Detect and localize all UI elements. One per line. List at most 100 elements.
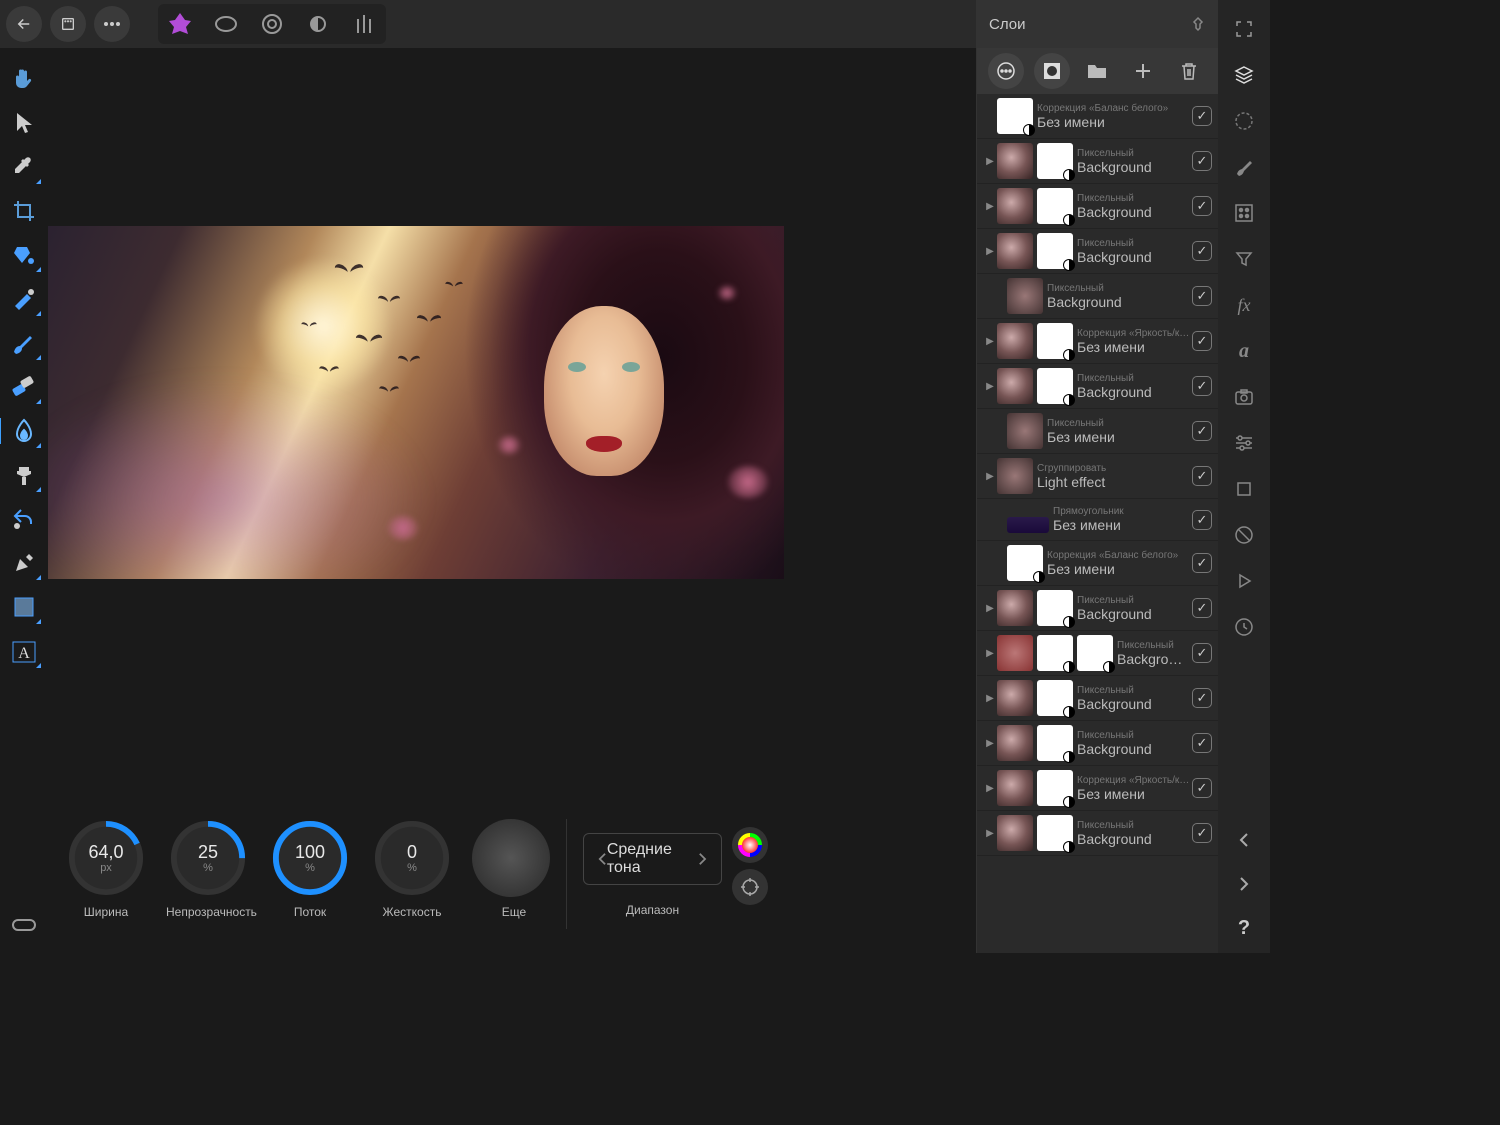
flood-fill-tool[interactable]: [7, 238, 41, 272]
layer-row[interactable]: ▶ПиксельныйBackground✓: [977, 184, 1218, 229]
visibility-checkbox[interactable]: ✓: [1192, 286, 1212, 306]
layers-list[interactable]: Коррекция «Баланс белого»Без имени✓▶Пикс…: [977, 94, 1218, 953]
visibility-checkbox[interactable]: ✓: [1192, 553, 1212, 573]
persona-switcher: [158, 4, 386, 44]
layer-row[interactable]: ▶ПиксельныйBackground✓: [977, 229, 1218, 274]
layer-row[interactable]: ▶ПиксельныйBackgro…✓: [977, 631, 1218, 676]
view-tool[interactable]: [7, 907, 41, 941]
swatches-studio-icon[interactable]: [1229, 198, 1259, 228]
visibility-checkbox[interactable]: ✓: [1192, 688, 1212, 708]
svg-text:A: A: [18, 645, 30, 662]
visibility-checkbox[interactable]: ✓: [1192, 598, 1212, 618]
layer-row[interactable]: ▶СгруппироватьLight effect✓: [977, 454, 1218, 499]
fullscreen-icon[interactable]: [1229, 14, 1259, 44]
hardness-label: Жесткость: [370, 905, 454, 919]
text-studio-icon[interactable]: a: [1229, 336, 1259, 366]
visibility-checkbox[interactable]: ✓: [1192, 106, 1212, 126]
brushes-studio-icon[interactable]: [1229, 152, 1259, 182]
visibility-checkbox[interactable]: ✓: [1192, 510, 1212, 530]
layer-options-button[interactable]: [988, 53, 1024, 89]
crop-tool[interactable]: [7, 194, 41, 228]
back-button[interactable]: [6, 6, 42, 42]
clone-tool[interactable]: [7, 458, 41, 492]
canvas[interactable]: [48, 226, 784, 579]
pen-tool[interactable]: [7, 546, 41, 580]
layer-row[interactable]: Коррекция «Баланс белого»Без имени✓: [977, 94, 1218, 139]
healing-brush-tool[interactable]: [7, 282, 41, 316]
artwork-lips: [586, 436, 622, 452]
redo-icon[interactable]: [1229, 869, 1259, 899]
layer-row[interactable]: ПиксельныйBackground✓: [977, 274, 1218, 319]
visibility-checkbox[interactable]: ✓: [1192, 733, 1212, 753]
width-value: 64,0: [88, 842, 123, 863]
layer-row[interactable]: ▶ПиксельныйBackground✓: [977, 364, 1218, 409]
transform-studio-icon[interactable]: [1229, 474, 1259, 504]
visibility-checkbox[interactable]: ✓: [1192, 331, 1212, 351]
stock-studio-icon[interactable]: [1229, 382, 1259, 412]
macro-studio-icon[interactable]: [1229, 566, 1259, 596]
visibility-checkbox[interactable]: ✓: [1192, 241, 1212, 261]
layer-row[interactable]: ▶ПиксельныйBackground✓: [977, 676, 1218, 721]
help-icon[interactable]: ?: [1229, 913, 1259, 943]
undo-icon[interactable]: [1229, 825, 1259, 855]
layer-row[interactable]: ПрямоугольникБез имени✓: [977, 499, 1218, 541]
paint-brush-tool[interactable]: [7, 326, 41, 360]
width-dial[interactable]: 64,0px Ширина: [64, 819, 148, 919]
photo-persona[interactable]: [164, 8, 196, 40]
history-studio-icon[interactable]: [1229, 106, 1259, 136]
width-label: Ширина: [64, 905, 148, 919]
visibility-checkbox[interactable]: ✓: [1192, 823, 1212, 843]
layer-row[interactable]: ▶ПиксельныйBackground✓: [977, 811, 1218, 856]
range-selector[interactable]: Средние тона: [583, 833, 722, 885]
erase-tool[interactable]: [7, 370, 41, 404]
adjustments-studio-icon[interactable]: [1229, 428, 1259, 458]
undo-brush-tool[interactable]: [7, 502, 41, 536]
layer-row[interactable]: ПиксельныйБез имени✓: [977, 409, 1218, 454]
add-group-button[interactable]: [1079, 53, 1115, 89]
visibility-checkbox[interactable]: ✓: [1192, 376, 1212, 396]
tone-map-persona[interactable]: [302, 8, 334, 40]
develop-persona[interactable]: [256, 8, 288, 40]
layers-studio-icon[interactable]: [1229, 60, 1259, 90]
layer-row[interactable]: ▶Коррекция «Яркость/к…Без имени✓: [977, 766, 1218, 811]
filter-studio-icon[interactable]: [1229, 244, 1259, 274]
export-persona[interactable]: [348, 8, 380, 40]
more-dial[interactable]: Еще: [472, 819, 556, 919]
clock-studio-icon[interactable]: [1229, 612, 1259, 642]
hand-tool[interactable]: [7, 62, 41, 96]
visibility-checkbox[interactable]: ✓: [1192, 778, 1212, 798]
fx-studio-icon[interactable]: fx: [1229, 290, 1259, 320]
layer-row[interactable]: Коррекция «Баланс белого»Без имени✓: [977, 541, 1218, 586]
layer-row[interactable]: ▶ПиксельныйBackground✓: [977, 586, 1218, 631]
visibility-checkbox[interactable]: ✓: [1192, 196, 1212, 216]
layer-row[interactable]: ▶ПиксельныйBackground✓: [977, 139, 1218, 184]
visibility-checkbox[interactable]: ✓: [1192, 643, 1212, 663]
add-mask-button[interactable]: [1034, 53, 1070, 89]
context-toolbar: 64,0px Ширина 25% Непрозрачность 100% По…: [48, 809, 784, 953]
flow-value: 100: [295, 842, 325, 863]
dodge-burn-tool[interactable]: [7, 414, 41, 448]
more-button[interactable]: [94, 6, 130, 42]
shape-tool[interactable]: [7, 590, 41, 624]
add-layer-button[interactable]: [1125, 53, 1161, 89]
text-tool[interactable]: A: [7, 634, 41, 668]
visibility-checkbox[interactable]: ✓: [1192, 151, 1212, 171]
navigator-studio-icon[interactable]: [1229, 520, 1259, 550]
hardness-dial[interactable]: 0% Жесткость: [370, 819, 454, 919]
visibility-checkbox[interactable]: ✓: [1192, 421, 1212, 441]
visibility-checkbox[interactable]: ✓: [1192, 466, 1212, 486]
color-picker-tool[interactable]: [7, 150, 41, 184]
flow-dial[interactable]: 100% Поток: [268, 819, 352, 919]
delete-layer-button[interactable]: [1171, 53, 1207, 89]
move-tool[interactable]: [7, 106, 41, 140]
width-unit: px: [100, 862, 112, 874]
color-wheel-button[interactable]: [732, 827, 768, 863]
opacity-value: 25: [198, 842, 218, 863]
target-button[interactable]: [732, 869, 768, 905]
document-button[interactable]: [50, 6, 86, 42]
opacity-dial[interactable]: 25% Непрозрачность: [166, 819, 250, 919]
layer-row[interactable]: ▶Коррекция «Яркость/к…Без имени✓: [977, 319, 1218, 364]
pin-icon[interactable]: [1190, 16, 1206, 32]
liquify-persona[interactable]: [210, 8, 242, 40]
layer-row[interactable]: ▶ПиксельныйBackground✓: [977, 721, 1218, 766]
